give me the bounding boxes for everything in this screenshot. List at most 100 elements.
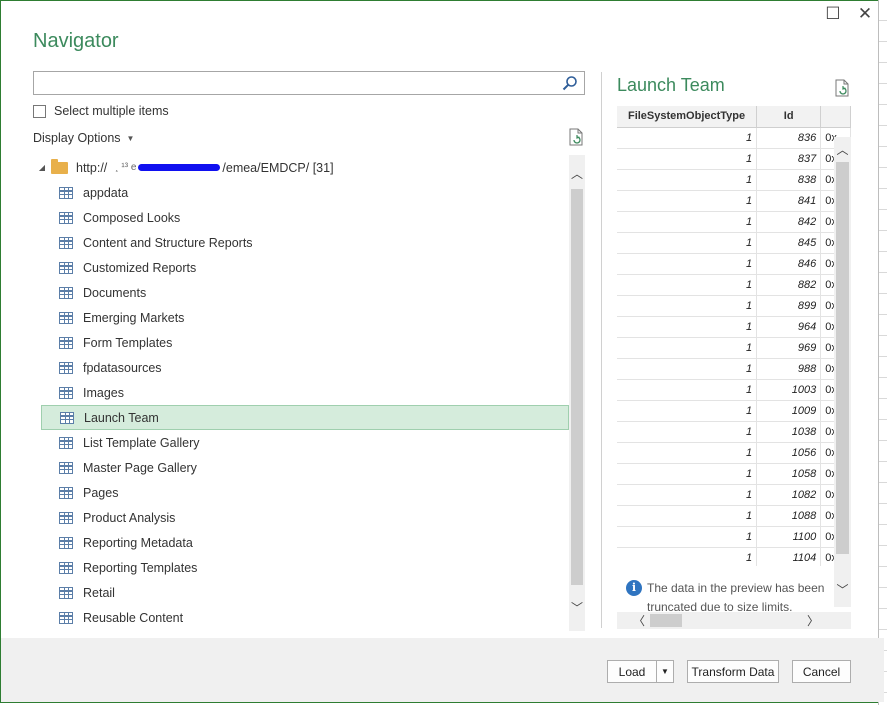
- table-row: 1 882 0x: [617, 274, 851, 296]
- search-box[interactable]: [33, 71, 585, 95]
- scroll-down-icon[interactable]: ﹀: [834, 581, 851, 598]
- preview-horizontal-scrollbar[interactable]: 〈 〉: [617, 612, 851, 629]
- table-cell: 1: [617, 526, 758, 548]
- tree-item[interactable]: Emerging Markets: [41, 305, 569, 330]
- table-row: 1 964 0x: [617, 316, 851, 338]
- table-row: 1 837 0x: [617, 148, 851, 170]
- table-cell: 1: [617, 463, 758, 485]
- table-cell: 1: [617, 547, 758, 566]
- load-button[interactable]: Load: [607, 660, 657, 683]
- tree-item[interactable]: Reusable Content: [41, 605, 569, 630]
- scroll-up-icon[interactable]: ︿: [834, 141, 851, 158]
- scroll-thumb[interactable]: [836, 162, 849, 554]
- table-icon: [59, 361, 73, 374]
- column-header[interactable]: Id: [756, 106, 822, 128]
- display-options-label: Display Options: [33, 131, 121, 145]
- scroll-up-icon[interactable]: ︿: [569, 165, 585, 181]
- close-icon[interactable]: ✕: [855, 4, 875, 24]
- table-cell: 882: [756, 274, 822, 296]
- tree-item[interactable]: Customized Reports: [41, 255, 569, 280]
- table-cell: 964: [756, 316, 822, 338]
- column-header[interactable]: FileSystemObjectType: [617, 106, 758, 128]
- table-cell: 1: [617, 379, 758, 401]
- tree-item[interactable]: fpdatasources: [41, 355, 569, 380]
- tree-root-node[interactable]: ◢ http:// ¸ ¹³ e /emea/EMDCP/ [31]: [33, 155, 568, 180]
- tree-item-label: Launch Team: [84, 410, 159, 425]
- table-cell: 1104: [756, 547, 822, 566]
- tree-item[interactable]: Content and Structure Reports: [41, 230, 569, 255]
- tree-item[interactable]: Retail: [41, 580, 569, 605]
- refresh-icon[interactable]: [568, 128, 584, 146]
- tree-scrollbar[interactable]: ︿ ﹀: [569, 155, 585, 631]
- truncation-note: i The data in the preview has been trunc…: [626, 579, 832, 611]
- scroll-right-icon[interactable]: 〉: [807, 612, 819, 629]
- root-url-suffix: /emea/EMDCP/ [31]: [222, 160, 334, 175]
- scroll-left-icon[interactable]: 〈: [633, 612, 645, 629]
- tree-item[interactable]: Composed Looks: [41, 205, 569, 230]
- load-options-dropdown[interactable]: ▼: [656, 660, 674, 683]
- table-cell: 845: [756, 232, 822, 254]
- table-cell: 837: [756, 148, 822, 170]
- table-icon: [59, 211, 73, 224]
- table-row: 1 841 0x: [617, 190, 851, 212]
- tree-item[interactable]: Documents: [41, 280, 569, 305]
- display-options-dropdown[interactable]: Display Options ▼: [33, 131, 134, 145]
- navigator-tree: ◢ http:// ¸ ¹³ e /emea/EMDCP/ [31] appda…: [33, 155, 585, 631]
- column-header[interactable]: [820, 106, 851, 128]
- maximize-icon[interactable]: ☐: [823, 4, 843, 24]
- select-multiple-checkbox[interactable]: [33, 104, 46, 118]
- folder-icon: [51, 158, 68, 174]
- search-input[interactable]: [34, 72, 554, 94]
- cancel-button[interactable]: Cancel: [792, 660, 851, 683]
- select-multiple-row[interactable]: Select multiple items: [33, 104, 169, 118]
- scroll-down-icon[interactable]: ﹀: [569, 599, 585, 615]
- tree-item[interactable]: Pages: [41, 480, 569, 505]
- table-row: 1 845 0x: [617, 232, 851, 254]
- tree-item[interactable]: List Template Gallery: [41, 430, 569, 455]
- table-row: 1 1082 0x: [617, 484, 851, 506]
- table-cell: 1: [617, 295, 758, 317]
- table-cell: 1088: [756, 505, 822, 527]
- table-cell: 1082: [756, 484, 822, 506]
- table-row: 1 899 0x: [617, 295, 851, 317]
- table-cell: 1: [617, 400, 758, 422]
- table-cell: 1100: [756, 526, 822, 548]
- tree-item-label: Form Templates: [83, 335, 173, 350]
- table-cell: 988: [756, 358, 822, 380]
- tree-item-label: Emerging Markets: [83, 310, 185, 325]
- table-row: 1 1003 0x: [617, 379, 851, 401]
- table-cell: 1: [617, 169, 758, 191]
- table-row: 1 1056 0x: [617, 442, 851, 464]
- tree-item[interactable]: Images: [41, 380, 569, 405]
- preview-header-row: FileSystemObjectType Id: [617, 106, 851, 128]
- scroll-thumb[interactable]: [571, 189, 583, 585]
- table-row: 1 836 0x: [617, 127, 851, 149]
- tree-item[interactable]: Master Page Gallery: [41, 455, 569, 480]
- tree-item[interactable]: Product Analysis: [41, 505, 569, 530]
- table-icon: [59, 311, 73, 324]
- table-cell: 836: [756, 127, 822, 149]
- preview-scrollbar[interactable]: ︿ ﹀: [834, 137, 851, 607]
- transform-data-button[interactable]: Transform Data: [687, 660, 779, 683]
- search-icon[interactable]: [562, 75, 578, 91]
- table-cell: 1: [617, 127, 758, 149]
- tree-item[interactable]: Reporting Templates: [41, 555, 569, 580]
- table-row: 1 988 0x: [617, 358, 851, 380]
- table-row: 1 838 0x: [617, 169, 851, 191]
- table-icon: [59, 236, 73, 249]
- table-cell: 1003: [756, 379, 822, 401]
- table-row: 1 1104 0x: [617, 547, 851, 566]
- expand-arrow-icon[interactable]: ◢: [35, 163, 49, 172]
- tree-item[interactable]: appdata: [41, 180, 569, 205]
- refresh-preview-icon[interactable]: [834, 79, 850, 97]
- table-cell: 846: [756, 253, 822, 275]
- dialog-title: Navigator: [33, 30, 119, 52]
- table-cell: 969: [756, 337, 822, 359]
- tree-item[interactable]: Launch Team: [41, 405, 569, 430]
- tree-item[interactable]: Reporting Metadata: [41, 530, 569, 555]
- table-cell: 1: [617, 505, 758, 527]
- scroll-thumb[interactable]: [650, 614, 682, 627]
- preview-table: FileSystemObjectType Id 1 836 0x 1 837 0x 1 838…: [617, 106, 851, 566]
- tree-item[interactable]: Form Templates: [41, 330, 569, 355]
- table-icon: [59, 386, 73, 399]
